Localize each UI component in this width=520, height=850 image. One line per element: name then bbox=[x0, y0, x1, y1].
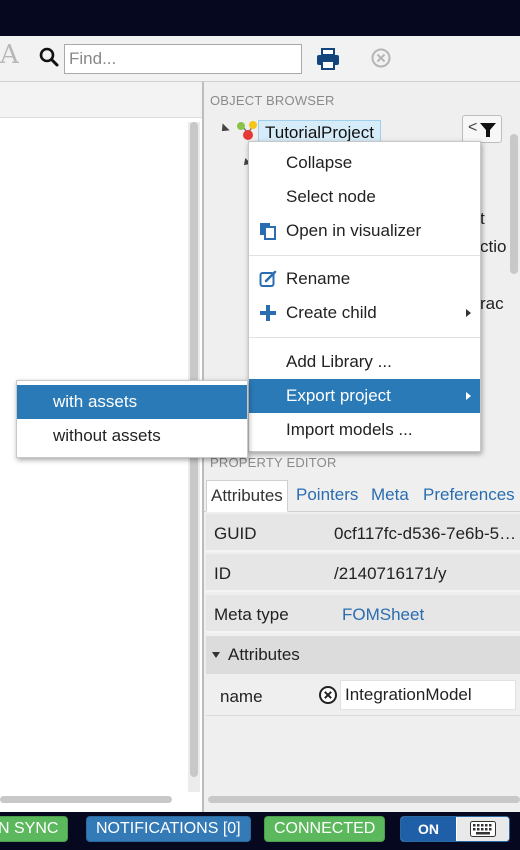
menu-item-label: Collapse bbox=[286, 153, 353, 172]
font-icon[interactable]: A bbox=[0, 40, 19, 70]
property-row-meta-type: Meta type FOMSheet bbox=[206, 595, 520, 633]
attribute-label: name bbox=[220, 687, 263, 706]
property-row-id: ID /2140716171/y bbox=[206, 554, 520, 592]
menu-item-collapse[interactable]: Collapse bbox=[249, 146, 480, 180]
find-input[interactable] bbox=[64, 44, 302, 74]
left-panel-header bbox=[0, 82, 202, 118]
tree-filter-button[interactable]: < bbox=[462, 115, 502, 143]
submenu-item-without-assets[interactable]: without assets bbox=[17, 419, 247, 453]
menu-item-label: without assets bbox=[53, 426, 161, 445]
submenu-arrow-icon bbox=[466, 392, 471, 400]
property-label: ID bbox=[214, 564, 231, 583]
menu-item-label: Add Library ... bbox=[286, 352, 392, 371]
search-icon[interactable] bbox=[38, 46, 60, 68]
menu-item-open-in-visualizer[interactable]: Open in visualizer bbox=[249, 214, 480, 248]
copy-icon bbox=[260, 223, 276, 240]
left-horizontal-scrollbar[interactable] bbox=[0, 794, 188, 804]
keyboard-icon-area bbox=[457, 817, 509, 841]
partially-hidden-label: rac bbox=[480, 294, 504, 313]
toggle-on-label: ON bbox=[401, 817, 456, 841]
property-value: 0cf117fc-d536-7e6b-5… bbox=[334, 524, 517, 543]
property-value: /2140716171/y bbox=[334, 564, 447, 583]
keyboard-icon bbox=[470, 821, 496, 837]
caret-down-icon bbox=[212, 652, 220, 658]
edit-icon bbox=[259, 270, 277, 287]
plus-icon bbox=[260, 305, 276, 321]
partially-hidden-label: ctio bbox=[480, 237, 507, 256]
menu-item-label: Create child bbox=[286, 303, 377, 322]
notifications-badge[interactable]: NOTIFICATIONS [0] bbox=[86, 816, 251, 842]
toolbar: A bbox=[0, 36, 520, 82]
collapse-chevron-icon: < bbox=[468, 119, 478, 136]
menu-item-import-models[interactable]: Import models ... bbox=[249, 413, 480, 447]
menu-item-rename[interactable]: Rename bbox=[249, 262, 480, 296]
right-horizontal-scrollbar[interactable] bbox=[208, 794, 520, 804]
printer-icon[interactable] bbox=[316, 48, 340, 70]
tab-meta[interactable]: Meta bbox=[367, 480, 413, 512]
menu-item-label: with assets bbox=[53, 392, 138, 411]
group-label: Attributes bbox=[228, 645, 300, 664]
object-browser-title: OBJECT BROWSER bbox=[210, 93, 335, 108]
menu-separator bbox=[249, 337, 480, 338]
menu-item-export-project[interactable]: Export project bbox=[249, 379, 480, 413]
submenu-arrow-icon bbox=[466, 309, 471, 317]
menu-item-label: Open in visualizer bbox=[286, 221, 422, 240]
submenu-item-with-assets[interactable]: with assets bbox=[17, 385, 247, 419]
menu-item-create-child[interactable]: Create child bbox=[249, 296, 480, 330]
tab-preferences[interactable]: Preferences bbox=[419, 480, 519, 512]
context-menu: Collapse Select node Open in visualizer … bbox=[248, 141, 481, 452]
filter-icon bbox=[480, 123, 496, 137]
attributes-group-header[interactable]: Attributes bbox=[206, 636, 520, 674]
project-icon bbox=[237, 121, 257, 140]
status-bar: N SYNC NOTIFICATIONS [0] CONNECTED ON bbox=[0, 812, 520, 850]
sync-status-badge[interactable]: N SYNC bbox=[0, 816, 69, 842]
keyboard-toggle[interactable]: ON bbox=[400, 816, 510, 842]
export-submenu: with assets without assets bbox=[16, 380, 248, 458]
tree-expand-icon[interactable] bbox=[218, 123, 230, 135]
menu-separator bbox=[249, 255, 480, 256]
object-browser-scrollbar[interactable] bbox=[508, 134, 520, 434]
menu-item-label: Rename bbox=[286, 269, 351, 288]
property-editor-tabs: Attributes Pointers Meta Preferences bbox=[204, 476, 520, 512]
clear-icon[interactable] bbox=[370, 47, 392, 69]
property-label: Meta type bbox=[214, 605, 289, 624]
menu-item-select-node[interactable]: Select node bbox=[249, 180, 480, 214]
menu-item-label: Select node bbox=[286, 187, 376, 206]
menu-item-label: Export project bbox=[286, 386, 391, 405]
clear-value-icon[interactable] bbox=[318, 685, 338, 705]
property-row-guid: GUID 0cf117fc-d536-7e6b-5… bbox=[206, 514, 520, 552]
connection-status-badge[interactable]: CONNECTED bbox=[264, 816, 386, 842]
menu-item-add-library[interactable]: Add Library ... bbox=[249, 345, 480, 379]
attribute-value-input[interactable]: IntegrationModel bbox=[340, 680, 516, 710]
tab-attributes[interactable]: Attributes bbox=[206, 480, 288, 512]
tab-pointers[interactable]: Pointers bbox=[292, 480, 362, 512]
top-bar bbox=[0, 0, 520, 36]
attribute-row-name: name IntegrationModel bbox=[206, 676, 520, 716]
meta-type-link[interactable]: FOMSheet bbox=[342, 605, 424, 625]
property-label: GUID bbox=[214, 524, 257, 543]
menu-item-label: Import models ... bbox=[286, 420, 413, 439]
